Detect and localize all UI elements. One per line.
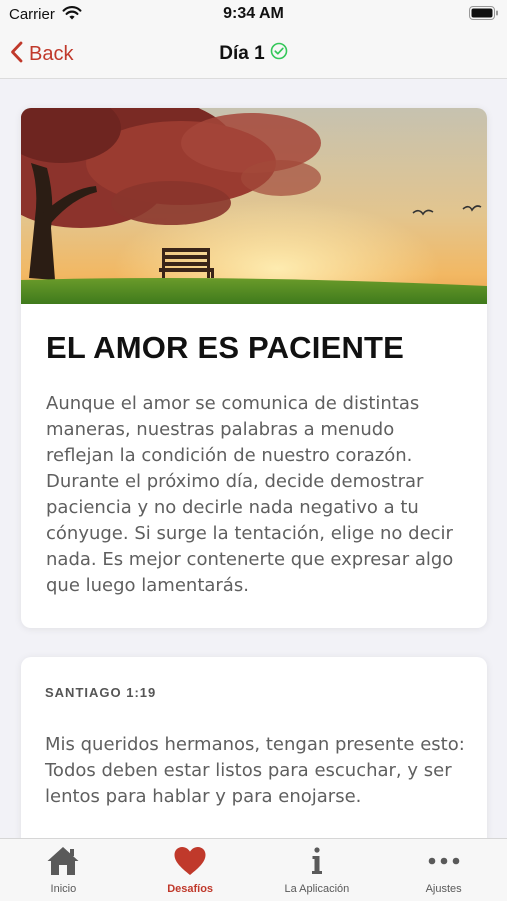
tab-label-desafios: Desafíos [167,883,214,895]
verse-text: Mis queridos hermanos, tengan presente e… [45,734,465,807]
status-bar: Carrier 9:34 AM [0,0,507,30]
verse-card: SANTIAGO 1:19 Mis queridos hermanos, ten… [21,657,487,838]
tab-label-la-aplicacion: La Aplicación [284,883,350,895]
info-icon [300,845,334,882]
tab-desafios[interactable]: Desafíos [127,839,254,901]
page-title-text: Día 1 [219,42,265,64]
navigation-bar: Back Día 1 [0,30,507,79]
tab-bar: Inicio Desafíos La Aplicación Ajustes [0,838,507,901]
page-title: Día 1 [0,42,507,65]
check-circle-icon [270,42,288,65]
clock-label: 9:34 AM [223,5,284,22]
hero-image [21,108,487,304]
battery-icon [469,6,499,25]
challenge-card: EL AMOR ES PACIENTE Aunque el amor se co… [21,108,487,628]
challenge-description: Aunque el amor se comunica de distintas … [46,393,454,596]
tab-label-inicio: Inicio [50,883,77,895]
tab-inicio[interactable]: Inicio [0,839,127,901]
verse-reference: SANTIAGO 1:19 [45,685,157,700]
home-icon [46,845,80,882]
heart-icon [173,845,207,882]
tab-label-ajustes: Ajustes [425,883,462,895]
more-icon [427,845,461,882]
tab-la-aplicacion[interactable]: La Aplicación [254,839,381,901]
tab-ajustes[interactable]: Ajustes [380,839,507,901]
challenge-title: EL AMOR ES PACIENTE [46,330,405,365]
content-scroll-area[interactable]: EL AMOR ES PACIENTE Aunque el amor se co… [0,79,507,838]
